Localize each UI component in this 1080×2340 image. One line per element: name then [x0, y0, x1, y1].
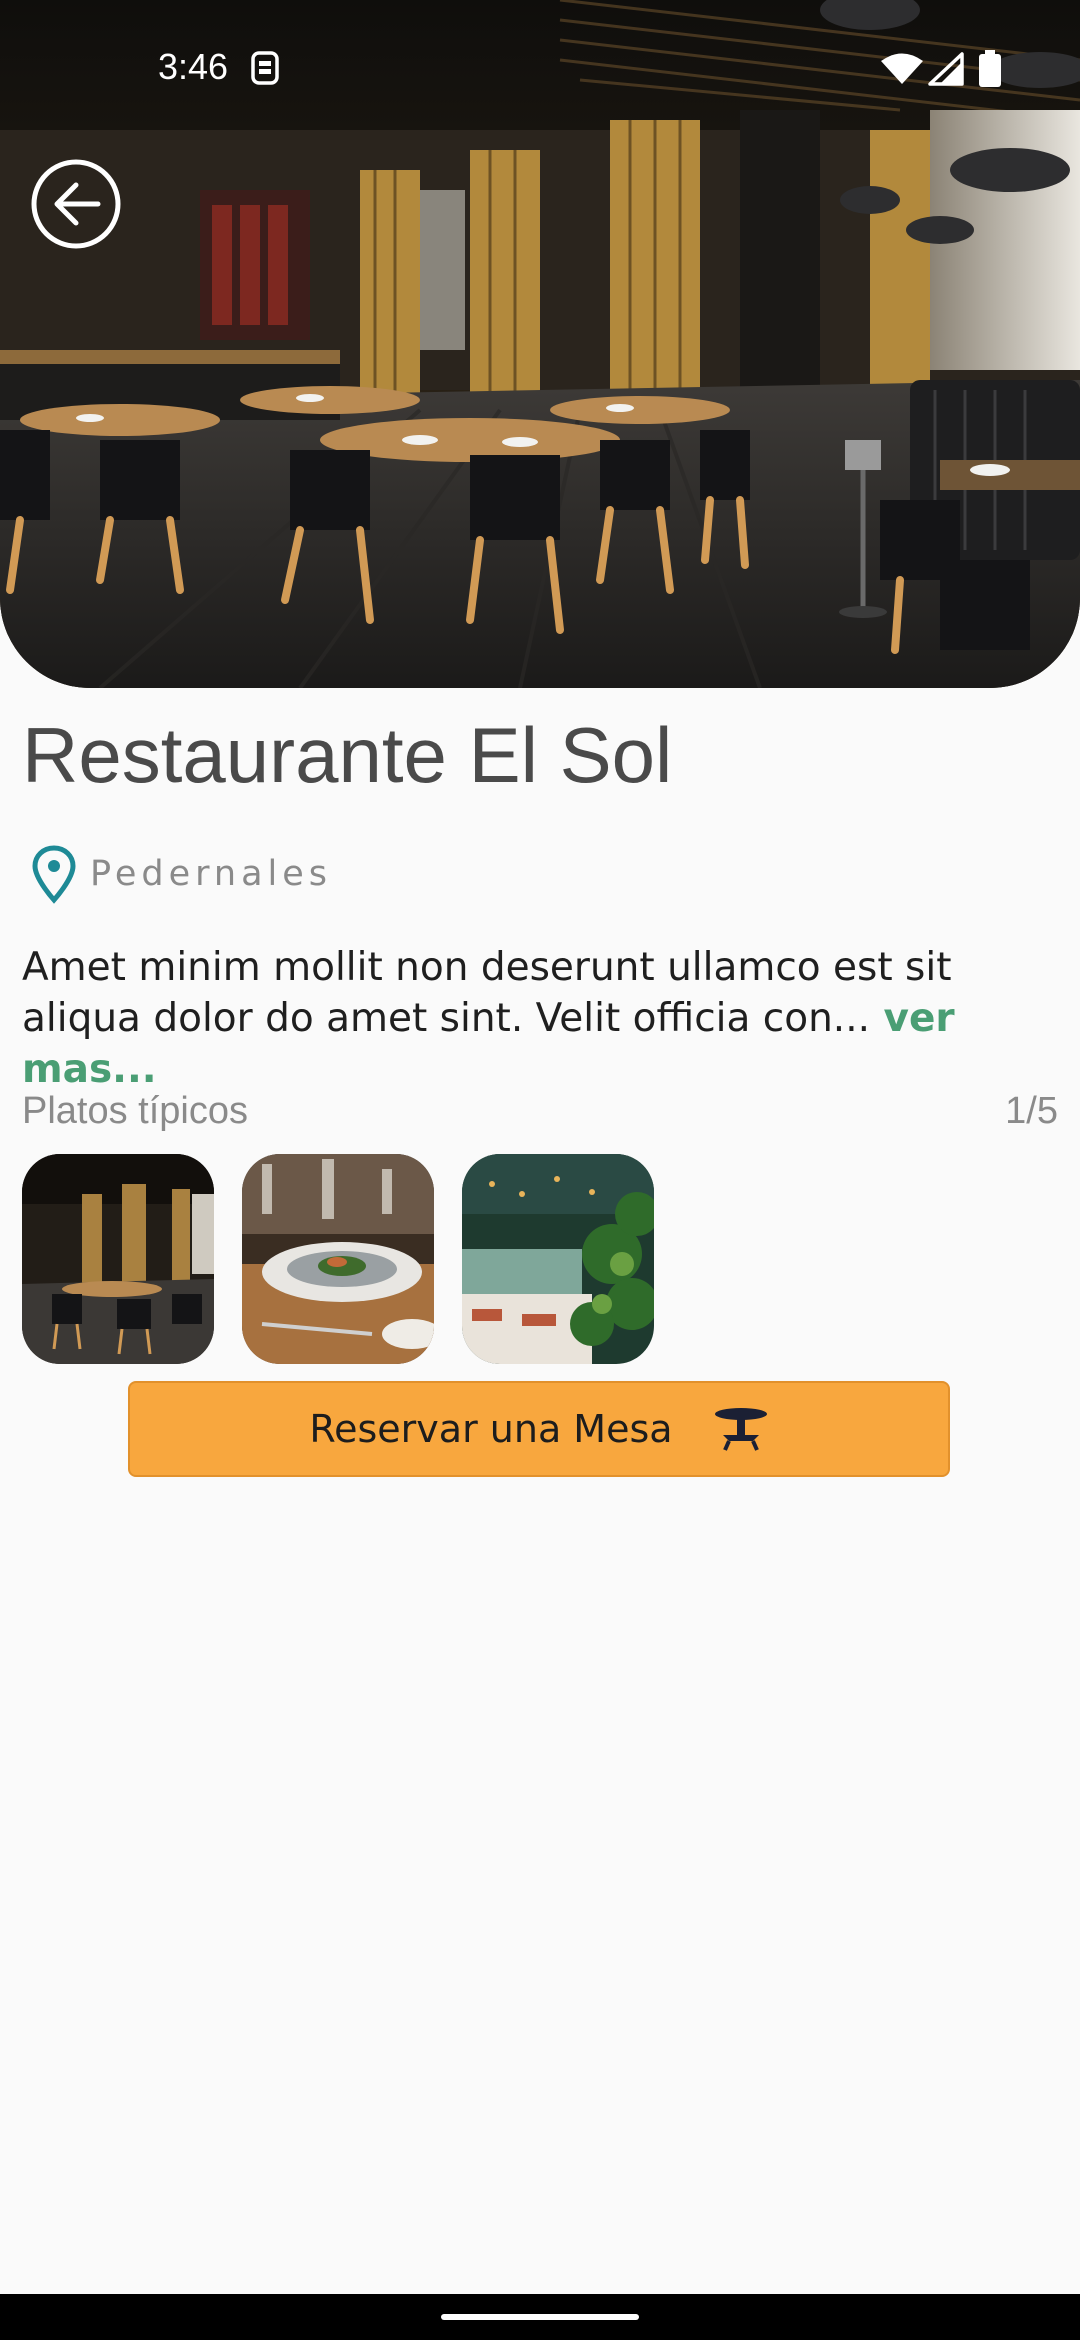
description: Amet minim mollit non deserunt ullamco e…	[22, 942, 1062, 1095]
status-time: 3:46	[158, 46, 229, 87]
wifi-icon	[881, 53, 923, 84]
plated-dish-thumb	[242, 1154, 434, 1364]
restaurant-detail-screen: 3:46 Restaurante El Sol Pedernales Amet …	[0, 0, 1080, 2340]
sim-card-icon	[251, 51, 279, 85]
dishes-title: Platos típicos	[22, 1090, 248, 1132]
restaurant-name: Restaurante El Sol	[22, 711, 673, 799]
table-icon	[714, 1408, 767, 1451]
description-text: Amet minim mollit non deserunt ullamco e…	[22, 945, 952, 1041]
dishes-carousel	[22, 1154, 654, 1364]
arrow-left-circle-icon	[31, 159, 121, 249]
garden-terrace-thumb	[462, 1154, 654, 1364]
map-pin-icon	[32, 845, 76, 904]
battery-icon	[979, 50, 1001, 87]
home-gesture-handle[interactable]	[441, 2314, 639, 2320]
dish-thumbnail[interactable]	[242, 1154, 434, 1364]
dishes-header: Platos típicos 1/5	[22, 1090, 1058, 1133]
signal-icon	[928, 52, 964, 86]
system-navigation-bar	[0, 2294, 1080, 2340]
location-row: Pedernales	[30, 844, 332, 904]
location-label: Pedernales	[90, 854, 333, 894]
reserve-button-label: Reservar una Mesa	[309, 1407, 673, 1451]
reserve-table-button[interactable]: Reservar una Mesa	[128, 1381, 950, 1477]
dish-thumbnail[interactable]	[22, 1154, 214, 1364]
dishes-counter: 1/5	[1005, 1090, 1058, 1132]
status-bar: 3:46	[0, 0, 1080, 140]
restaurant-interior-thumb	[22, 1154, 214, 1364]
back-button[interactable]	[30, 158, 122, 250]
dish-thumbnail[interactable]	[462, 1154, 654, 1364]
